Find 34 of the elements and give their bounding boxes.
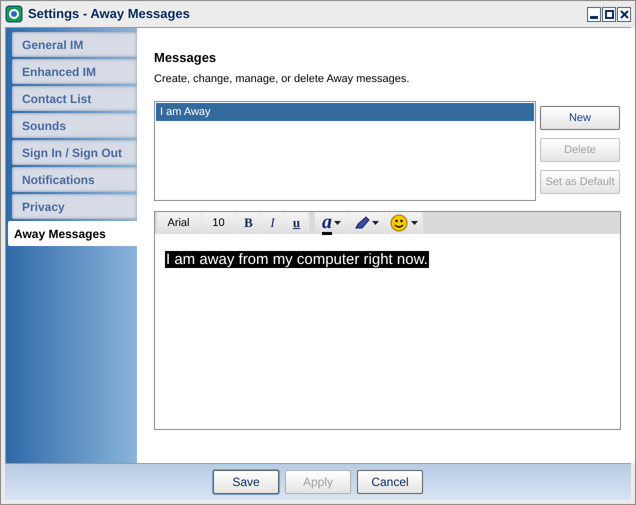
- underline-button[interactable]: u: [285, 212, 309, 234]
- bold-button[interactable]: B: [237, 212, 261, 234]
- caret-icon: [410, 221, 418, 225]
- sidebar-tab[interactable]: Sign In / Sign Out: [12, 140, 137, 165]
- message-editor[interactable]: Arial 10 B I u a I am away from my computer right now.: [154, 211, 621, 430]
- sidebar-tab[interactable]: Notifications: [12, 167, 137, 192]
- caret-icon: [372, 221, 379, 225]
- font-selector[interactable]: Arial: [157, 212, 201, 234]
- font-size-selector[interactable]: 10: [201, 212, 237, 234]
- message-text: I am away from my computer right now.: [165, 251, 429, 268]
- sidebar-tab[interactable]: Privacy: [12, 194, 137, 219]
- emoticon-button[interactable]: [385, 212, 423, 234]
- highlight-button[interactable]: [349, 212, 385, 234]
- sidebar-tab[interactable]: Enhanced IM: [12, 59, 137, 84]
- window-title: Settings - Away Messages: [28, 5, 191, 24]
- sidebar-tab[interactable]: Away Messages: [8, 221, 137, 246]
- save-button[interactable]: Save: [213, 470, 279, 494]
- sidebar-tab[interactable]: General IM: [12, 32, 137, 57]
- font-color-button[interactable]: a: [315, 212, 349, 234]
- app-logo-icon: [5, 5, 23, 23]
- caret-icon: [334, 221, 341, 225]
- sidebar-tab[interactable]: Sounds: [12, 113, 137, 138]
- minimize-button[interactable]: [587, 6, 601, 22]
- section-title: Messages: [154, 49, 218, 67]
- cancel-button[interactable]: Cancel: [357, 470, 423, 494]
- new-button[interactable]: New: [540, 106, 620, 130]
- close-button[interactable]: [617, 6, 631, 22]
- smiley-icon: [390, 214, 408, 232]
- pencil-icon: [354, 216, 370, 230]
- sidebar-tab[interactable]: Contact List: [12, 86, 137, 111]
- maximize-button[interactable]: [602, 6, 616, 22]
- italic-button[interactable]: I: [261, 212, 285, 234]
- message-list-item[interactable]: I am Away: [156, 103, 534, 121]
- section-description: Create, change, manage, or delete Away messages.: [154, 72, 410, 86]
